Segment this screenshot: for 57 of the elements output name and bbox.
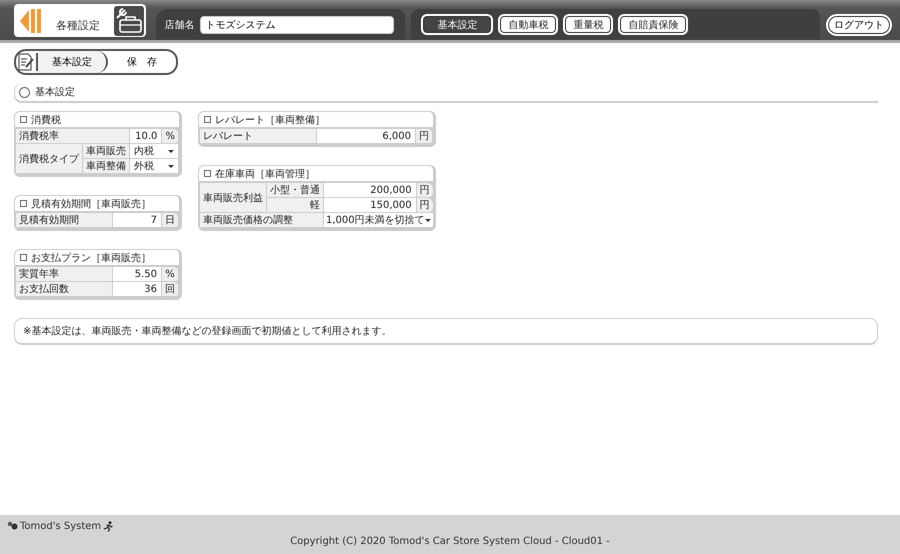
dots-icon [7, 521, 18, 532]
panel-title: レバレート［車両整備］ [215, 114, 325, 126]
panel-title: 在庫車両［車両管理］ [215, 168, 315, 180]
dropdown[interactable]: 外税 [130, 160, 178, 172]
input-field[interactable]: 6,000 [317, 130, 415, 142]
nav-tab[interactable]: 基本設定 [421, 14, 494, 35]
field-label: 車両販売利益 [200, 182, 266, 212]
square-icon [204, 170, 211, 177]
field-label: 車両販売 [82, 144, 130, 158]
field-label: 実質年率 [16, 266, 112, 282]
input-field[interactable]: 10.0 [130, 130, 162, 142]
input-field[interactable]: 150,000 [324, 198, 416, 212]
runner-icon [103, 521, 114, 532]
field-label: 車両販売価格の調整 [200, 212, 324, 228]
unit-label: 円 [416, 182, 433, 198]
field-label: 軽 [266, 198, 324, 212]
section-title: 基本設定 [35, 86, 75, 99]
caret-icon [168, 164, 174, 168]
store-label: 店舗名 [164, 18, 194, 32]
field-label: お支払回数 [16, 282, 112, 296]
panel-title: 消費税 [31, 114, 61, 126]
field-label: レバレート [200, 128, 316, 144]
square-icon [204, 116, 211, 123]
store-field[interactable]: トモズシステム [200, 16, 394, 34]
nav-tab[interactable]: 自賠責保険 [618, 14, 688, 35]
square-icon [20, 254, 27, 261]
nav-tab[interactable]: 自動車税 [498, 14, 558, 35]
unit-label: 日 [162, 212, 178, 228]
input-field[interactable]: 7 [113, 214, 161, 226]
panel-title: お支払プラン［車両販売］ [31, 252, 151, 264]
input-field[interactable]: 5.50 [113, 268, 161, 280]
field-label: 小型・普通 [266, 182, 324, 198]
copyright-text: Copyright (C) 2020 Tomod's Car Store System Cloud - Cloud01 - [290, 535, 610, 547]
back-icon[interactable] [20, 6, 42, 34]
circle-icon [19, 86, 30, 98]
square-icon [20, 116, 27, 123]
field-label: 消費税率 [16, 128, 130, 144]
dropdown[interactable]: 内税 [130, 144, 178, 158]
note-text: ※基本設定は、車両販売・車両整備などの登録画面で初期値として利用されます。 [14, 318, 878, 345]
unit-label: % [162, 128, 178, 144]
caret-icon [168, 150, 174, 152]
input-field[interactable]: 36 [113, 282, 161, 296]
field-label: 消費税タイプ [16, 144, 82, 174]
square-icon [20, 200, 27, 207]
field-label: 見積有効期間 [16, 212, 112, 228]
dropdown[interactable]: 1,000円未満を切捨て [324, 214, 433, 226]
unit-label: % [162, 266, 178, 282]
page-title: 各種設定 [56, 18, 101, 33]
caret-icon [424, 218, 431, 222]
nav-tab[interactable]: 重量税 [563, 14, 614, 35]
input-field[interactable]: 200,000 [324, 184, 416, 196]
panel-title: 見積有効期間［車両販売］ [31, 198, 151, 210]
toolbar-button[interactable]: 基本設定 [38, 51, 108, 73]
unit-label: 円 [416, 128, 432, 144]
brand-name: Tomod's System [20, 521, 102, 532]
logout-button[interactable]: ログアウト [826, 14, 892, 36]
field-label: 車両整備 [82, 158, 130, 174]
